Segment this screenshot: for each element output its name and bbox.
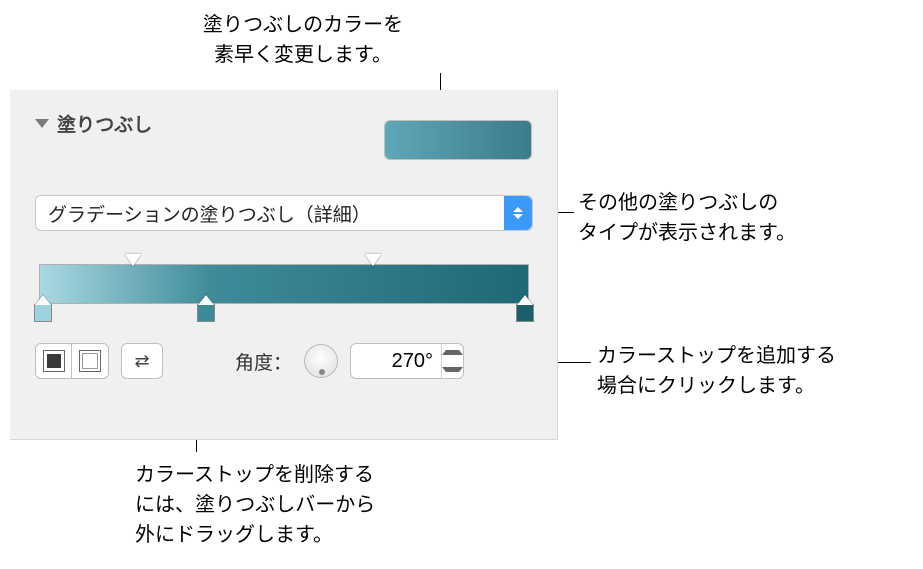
- fill-type-select[interactable]: グラデーションの塗りつぶし（詳細）: [35, 195, 533, 231]
- stepper-down-icon: [442, 361, 463, 378]
- stepper-up-icon: [442, 344, 463, 361]
- select-stepper-icon: [504, 196, 532, 230]
- gradient-color-stop[interactable]: [516, 304, 534, 322]
- fill-type-value: グラデーションの塗りつぶし（詳細）: [48, 200, 371, 227]
- angle-stepper[interactable]: [441, 344, 463, 378]
- gradient-bar[interactable]: [39, 264, 529, 304]
- gradient-editor: [35, 261, 533, 311]
- stop-color-dark-button[interactable]: [36, 344, 72, 378]
- callout-add-stop: カラーストップを追加する場合にクリックします。: [597, 341, 836, 401]
- callout-delete-stop: カラーストップを削除するには、塗りつぶしバーから外にドラッグします。: [135, 460, 375, 550]
- angle-label: 角度：: [235, 348, 292, 375]
- gradient-color-stop[interactable]: [197, 304, 215, 322]
- stop-color-wells: [35, 343, 109, 379]
- stop-color-light-button[interactable]: [72, 344, 108, 378]
- swap-arrows-icon: ⇄: [134, 351, 149, 372]
- gradient-midpoint[interactable]: [365, 254, 381, 266]
- fill-inspector-panel: 塗りつぶし グラデーションの塗りつぶし（詳細） ⇄ 角度：: [10, 90, 558, 440]
- callout-fill-types: その他の塗りつぶしのタイプが表示されます。: [578, 188, 796, 248]
- fill-section-title: 塗りつぶし: [57, 110, 152, 137]
- angle-input[interactable]: [351, 350, 441, 373]
- disclosure-triangle-icon: [35, 119, 49, 128]
- angle-indicator-icon: [319, 369, 325, 375]
- callout-change-color: 塗りつぶしのカラーを素早く変更します。: [173, 10, 433, 70]
- fill-color-well[interactable]: [384, 120, 532, 160]
- gradient-color-stop[interactable]: [34, 304, 52, 322]
- gradient-controls-row: ⇄ 角度：: [35, 343, 532, 379]
- angle-dial[interactable]: [304, 344, 338, 378]
- angle-field: [350, 343, 464, 379]
- reverse-gradient-button[interactable]: ⇄: [121, 343, 163, 379]
- gradient-midpoint[interactable]: [125, 254, 141, 266]
